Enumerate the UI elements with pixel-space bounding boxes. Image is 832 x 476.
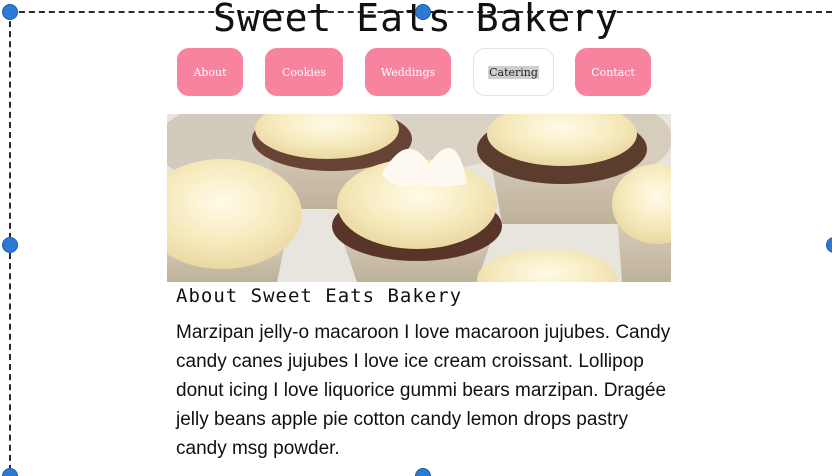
nav-cookies-label: Cookies: [282, 65, 326, 79]
cupcakes-photo-icon: [167, 114, 671, 282]
nav-contact-button[interactable]: Contact: [575, 48, 651, 96]
nav-weddings-button[interactable]: Weddings: [365, 48, 451, 96]
hero-image: [167, 114, 671, 282]
nav-about-label: About: [193, 65, 227, 79]
nav-about-button[interactable]: About: [177, 48, 243, 96]
resize-handle-bottom-left[interactable]: [2, 468, 18, 476]
about-heading: About Sweet Eats Bakery: [176, 285, 463, 307]
editor-canvas[interactable]: Sweet Eats Bakery About Cookies Weddings…: [0, 0, 832, 476]
resize-handle-middle-left[interactable]: [2, 237, 18, 253]
nav-catering-button[interactable]: Catering: [473, 48, 554, 96]
nav-contact-label: Contact: [591, 65, 635, 79]
nav-weddings-label: Weddings: [380, 65, 436, 79]
about-paragraph: Marzipan jelly-o macaroon I love macaroo…: [176, 322, 671, 459]
resize-handle-top-left[interactable]: [2, 4, 18, 20]
nav-cookies-button[interactable]: Cookies: [265, 48, 343, 96]
resize-handle-middle-right[interactable]: [826, 237, 832, 253]
resize-handle-bottom-center[interactable]: [415, 468, 431, 476]
resize-handle-top-center[interactable]: [415, 4, 431, 20]
nav-catering-label: Catering: [488, 65, 539, 79]
